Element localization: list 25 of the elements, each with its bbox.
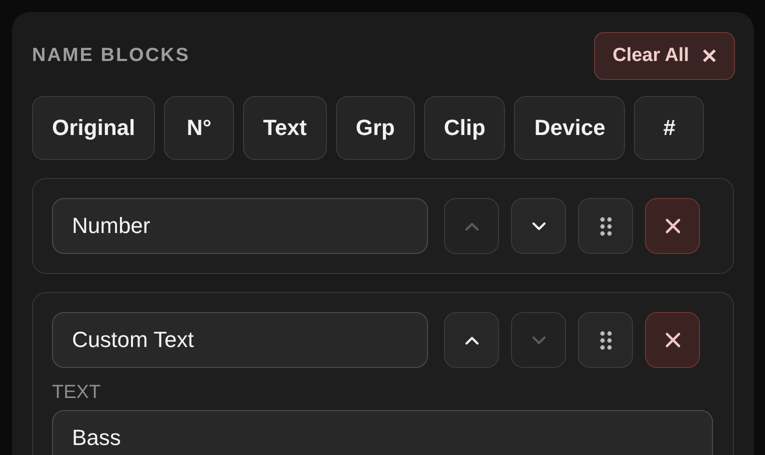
grip-icon [600, 216, 612, 236]
block-chip[interactable]: Original [32, 96, 156, 160]
delete-button[interactable] [645, 312, 700, 368]
close-icon [664, 332, 680, 348]
chevron-down-icon [532, 336, 546, 344]
block-chip[interactable]: Clip [424, 96, 506, 160]
block-chip[interactable]: Text [243, 96, 327, 160]
chevron-up-icon [464, 336, 478, 344]
drag-handle[interactable] [578, 312, 633, 368]
section-title: NAME BLOCKS [32, 45, 190, 67]
grip-icon [600, 330, 612, 350]
text-input-field[interactable]: Bass [52, 410, 713, 455]
block-chip[interactable]: # [634, 96, 704, 160]
chevron-down-icon [532, 222, 546, 230]
chevron-up-icon [464, 222, 478, 230]
block-chip[interactable]: Grp [336, 96, 415, 160]
block-chip[interactable]: N° [164, 96, 234, 160]
field-label: TEXT [52, 382, 102, 404]
close-icon [664, 218, 680, 234]
block-select[interactable]: Number [52, 198, 428, 254]
block-select[interactable]: Custom Text [52, 312, 428, 368]
block-chip[interactable]: Device [514, 96, 626, 160]
drag-handle[interactable] [578, 198, 633, 254]
clear-all-button[interactable]: Clear All ✕ [594, 32, 735, 80]
delete-button[interactable] [645, 198, 700, 254]
